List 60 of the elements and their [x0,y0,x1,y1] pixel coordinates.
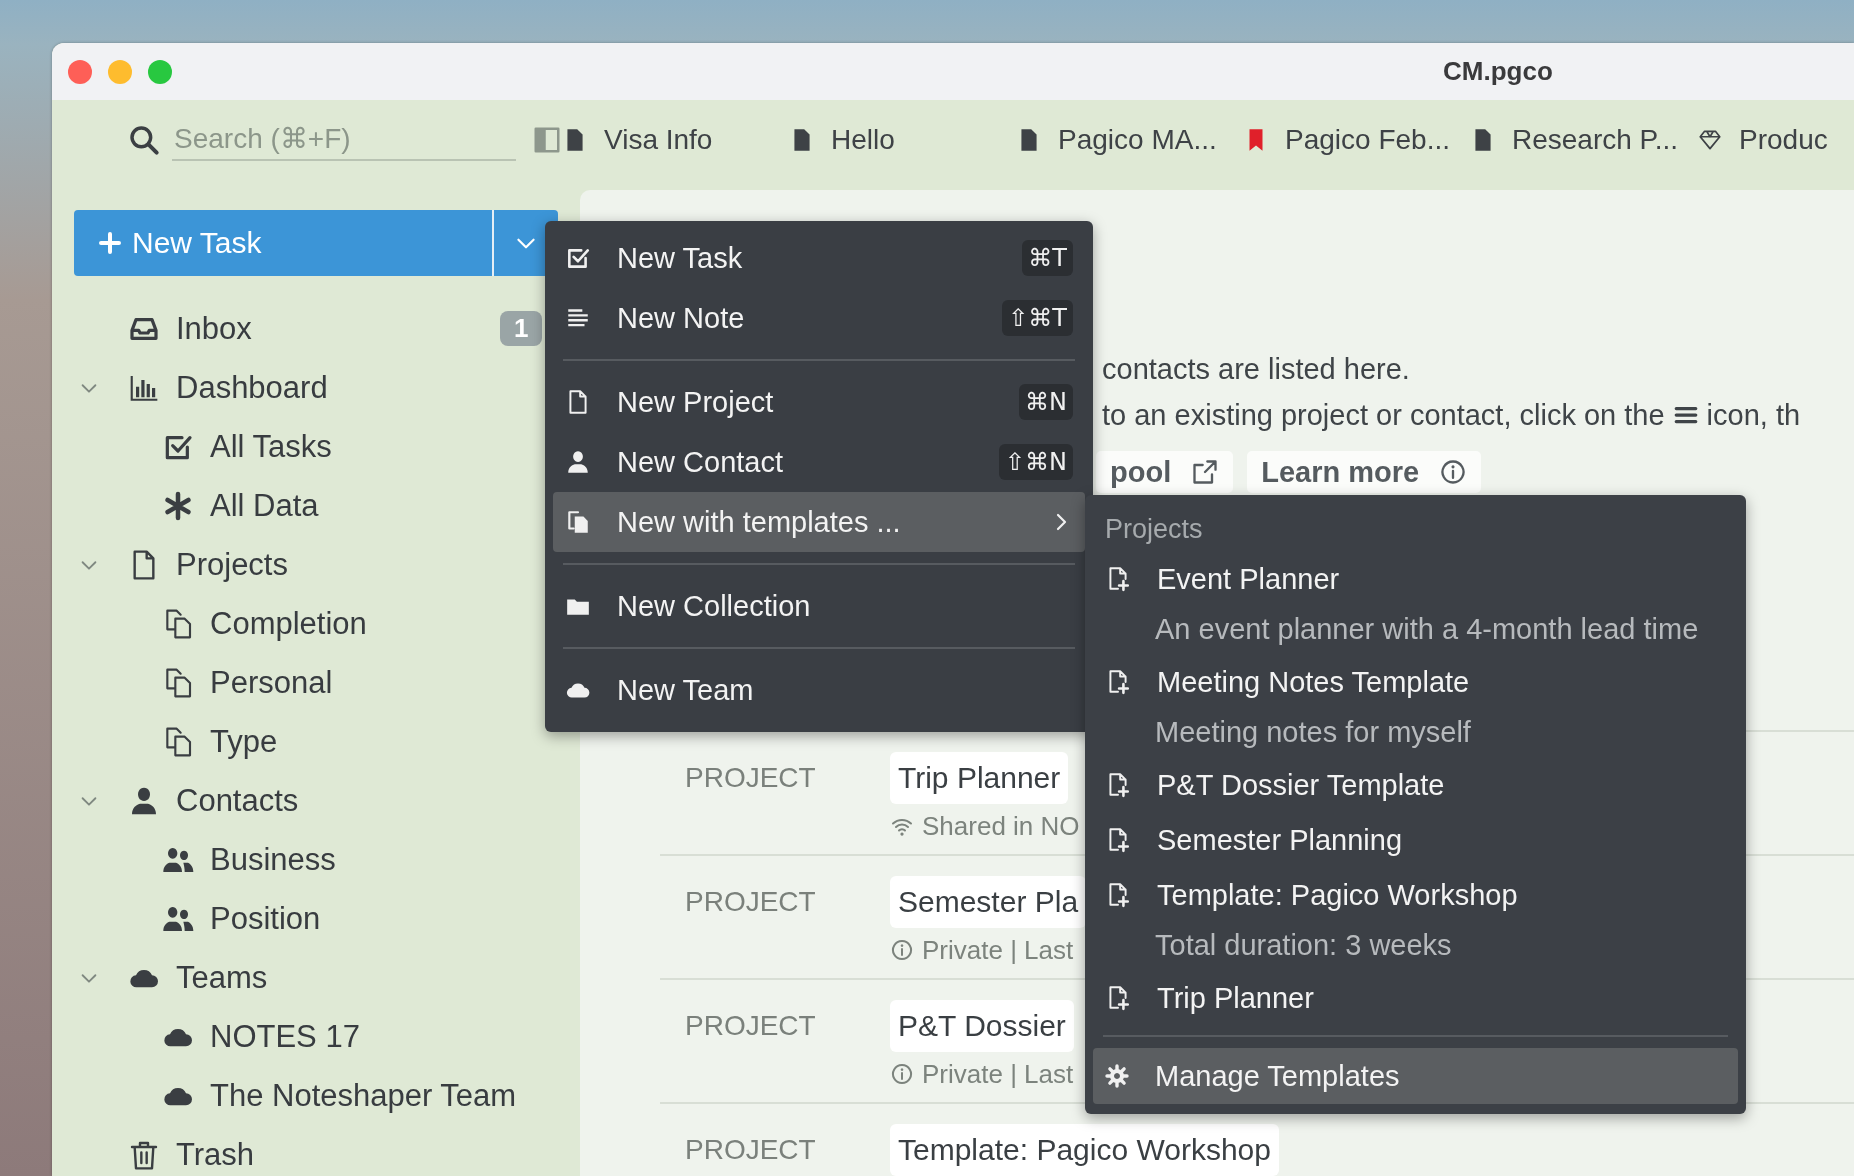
hint-text: to an existing project or contact, click on the [1102,398,1665,433]
type-label: PROJECT [685,1009,817,1043]
info-icon [890,938,914,962]
tab[interactable]: Pagico MA... [1016,124,1243,156]
sidebar-item[interactable]: The Noteshaper Team [74,1066,580,1125]
template-meta: Private | Last [922,1058,1074,1091]
sidebar-item[interactable]: Position [74,889,580,948]
type-label: PROJECT [685,1133,817,1167]
info-icon [890,1062,914,1086]
template-meta: Private | Last [922,934,1074,967]
person-icon [565,449,591,475]
tab[interactable]: Pagico Feb... [1243,124,1470,156]
template-title[interactable]: Template: Pagico Workshop [890,1124,1279,1176]
template-title[interactable]: P&T Dossier [890,1000,1074,1052]
template-title[interactable]: Trip Planner [890,752,1069,804]
gear-icon [1105,1064,1129,1088]
menu-item[interactable]: P&T Dossier Template [1093,759,1738,811]
menu-item[interactable]: Event Planner An event planner with a 4-month lead time [1093,553,1738,653]
menu-item[interactable]: Manage Templates [1093,1048,1738,1104]
plus-icon [98,231,122,255]
sidebar-toggle-icon [532,125,562,155]
tab[interactable]: Visa Info [562,124,789,156]
info-icon [1439,458,1468,486]
tab[interactable]: Hello [789,124,1016,156]
shortcut-badge: ⌘T [1022,240,1073,276]
search-icon [128,124,160,156]
shortcut-badge: ⌘N [1019,384,1073,420]
type-label: PROJECT [685,885,817,919]
search-field[interactable]: Search (⌘+F) [172,119,516,161]
close-window-button[interactable] [68,59,92,84]
learn-more-button[interactable]: Learn more [1247,451,1482,493]
tab[interactable]: Research P... [1470,124,1697,156]
sidebar-item[interactable]: NOTES 17 [74,1007,580,1066]
type-label: PROJECT [685,761,817,795]
menu-item[interactable]: New Task ⌘T [553,228,1085,288]
count-badge: 1 [500,311,543,346]
browse-button[interactable]: pool [1096,451,1234,493]
intro-text: contacts are listed here. [1102,352,1411,387]
shortcut-badge: ⇧⌘N [998,444,1073,480]
menu-item[interactable]: Template: Pagico Workshop Total duration: 3 weeks [1093,869,1738,969]
menu-item[interactable]: Semester Planning [1093,814,1738,866]
tab[interactable]: Produc [1697,124,1854,156]
submenu-heading: Projects [1104,513,1204,546]
documents-icon [565,509,591,535]
sidebar-item[interactable]: Business [74,830,580,889]
sidebar-item[interactable]: Contacts [74,771,580,830]
sidebar-item[interactable]: Teams [74,948,580,1007]
shortcut-badge: ⇧⌘T [1002,300,1073,336]
hint-text: icon, th [1706,398,1801,433]
zoom-window-button[interactable] [148,59,172,84]
sidebar-item[interactable]: Trash [74,1125,580,1176]
asterisk-icon [162,489,194,522]
menu-item[interactable]: Trip Planner [1093,972,1738,1024]
external-link-icon [1191,458,1220,486]
template-meta: Shared in NO [922,810,1080,843]
menu-item[interactable]: New with templates ... [553,492,1085,552]
window-title: CM.pgco [1443,56,1553,87]
minimize-window-button[interactable] [108,59,132,84]
template-title[interactable]: Semester Pla [890,876,1087,928]
menu-item[interactable]: Meeting Notes Template Meeting notes for myself [1093,656,1738,756]
